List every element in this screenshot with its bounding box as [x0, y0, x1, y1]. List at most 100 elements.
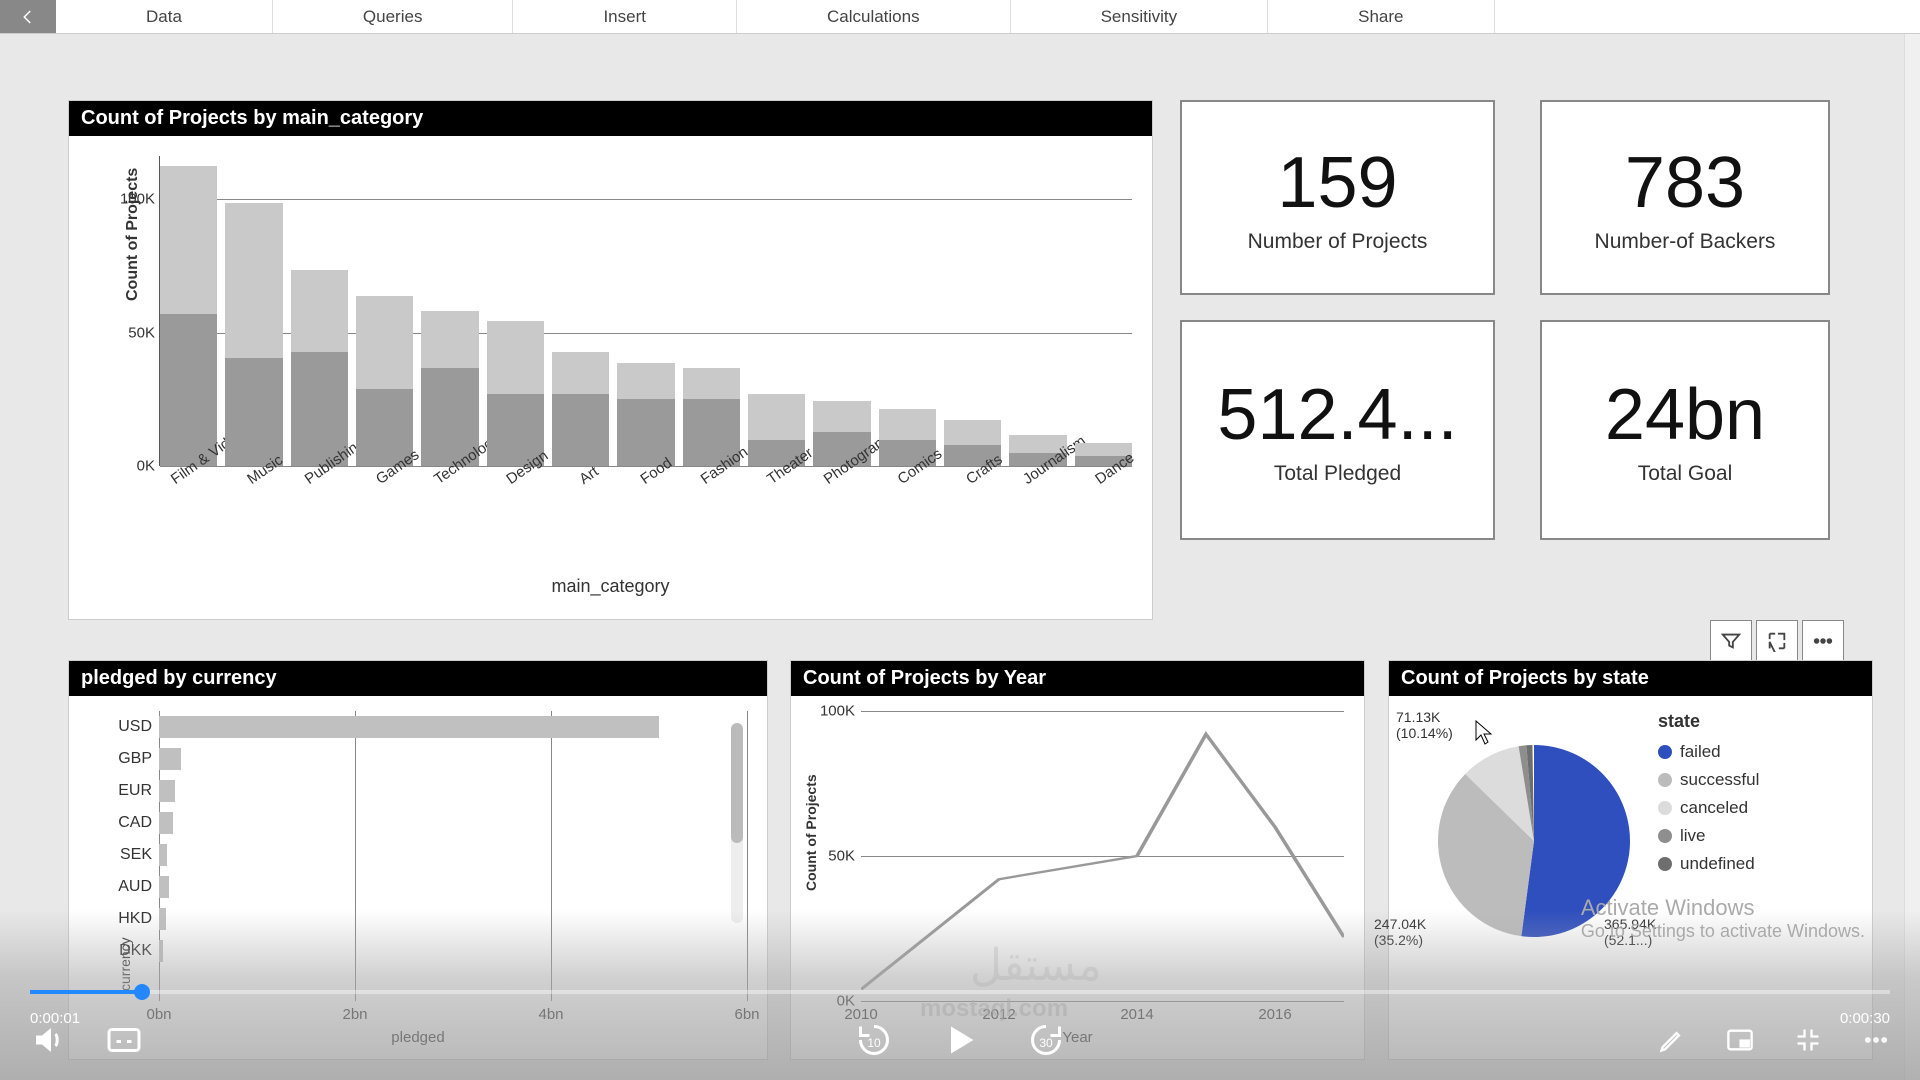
mostaql-arabic-watermark: مستقل — [970, 940, 1102, 991]
card-label: Total Pledged — [1274, 462, 1401, 486]
fullscreen-exit-icon — [1794, 1026, 1822, 1054]
watermark-title: Activate Windows — [1581, 895, 1865, 921]
chart-projects-by-year[interactable]: Count of Projects by Year Count of Proje… — [790, 660, 1365, 1060]
bar-segment-bottom — [160, 314, 217, 466]
focus-icon — [1766, 630, 1788, 652]
bar-segment-top — [487, 321, 544, 393]
bar-column[interactable]: Music — [225, 156, 282, 466]
hbar-fill — [159, 780, 175, 802]
volume-icon — [30, 1022, 66, 1058]
bar-column[interactable]: Crafts — [944, 156, 1001, 466]
hbar-fill — [159, 908, 166, 930]
x-tick: 6bn — [734, 1006, 759, 1023]
back-arrow-icon — [19, 8, 37, 26]
legend-item-canceled[interactable]: canceled — [1658, 798, 1759, 818]
bar-column[interactable]: Art — [552, 156, 609, 466]
hbar-fill — [159, 844, 167, 866]
card-label: Number-of Backers — [1595, 230, 1776, 254]
video-progress-bar[interactable] — [30, 990, 1890, 994]
card-total-pledged[interactable]: 512.4... Total Pledged — [1180, 320, 1495, 540]
tab-queries[interactable]: Queries — [273, 0, 514, 33]
chart-projects-by-category[interactable]: Count of Projects by main_category Count… — [68, 100, 1153, 620]
tab-calculations[interactable]: Calculations — [737, 0, 1011, 33]
card-total-goal[interactable]: 24bn Total Goal — [1540, 320, 1830, 540]
skip-back-button[interactable]: 10 — [856, 1022, 892, 1058]
legend-item-live[interactable]: live — [1658, 826, 1759, 846]
card-number-of-backers[interactable]: 783 Number-of Backers — [1540, 100, 1830, 295]
hbar-row[interactable]: AUD — [159, 871, 747, 903]
x-tick: 2014 — [1120, 1006, 1153, 1023]
focus-mode-button[interactable] — [1756, 620, 1798, 662]
hbar-label: EUR — [104, 782, 152, 800]
tab-sensitivity[interactable]: Sensitivity — [1011, 0, 1269, 33]
bar-column[interactable]: Photography — [813, 156, 870, 466]
hbar-plot-area: 0bn2bn4bn6bnUSDGBPEURCADSEKAUDHKDDKK — [159, 711, 747, 1001]
more-options-button[interactable] — [1802, 620, 1844, 662]
mouse-cursor — [1475, 720, 1495, 751]
bar-column[interactable]: Food — [617, 156, 674, 466]
watermark-subtitle: Go to Settings to activate Windows. — [1581, 921, 1865, 942]
hbar-row[interactable]: EUR — [159, 775, 747, 807]
hbar-label: AUD — [104, 878, 152, 896]
fullscreen-exit-button[interactable] — [1794, 1026, 1822, 1054]
hbar-row[interactable]: HKD — [159, 903, 747, 935]
y-tick: 100K — [120, 191, 155, 208]
legend-item-successful[interactable]: successful — [1658, 770, 1759, 790]
bar-column[interactable]: Design — [487, 156, 544, 466]
gridline — [747, 711, 748, 1001]
bar-column[interactable]: Games — [356, 156, 413, 466]
bar-segment-top — [748, 394, 805, 441]
hbar-fill — [159, 940, 163, 962]
bar-column[interactable]: Journalism — [1009, 156, 1066, 466]
hbar-row[interactable]: CAD — [159, 807, 747, 839]
x-tick: 2016 — [1258, 1006, 1291, 1023]
captions-button[interactable] — [106, 1022, 142, 1058]
tab-data[interactable]: Data — [56, 0, 273, 33]
legend-label: successful — [1680, 770, 1759, 790]
play-button[interactable] — [942, 1022, 978, 1058]
mostaql-logo-watermark: mostaql.com — [920, 995, 1068, 1023]
legend-item-failed[interactable]: failed — [1658, 742, 1759, 762]
bar-segment-bottom — [552, 394, 609, 466]
progress-handle[interactable] — [134, 984, 150, 1000]
activate-windows-watermark: Activate Windows Go to Settings to activ… — [1581, 895, 1865, 942]
bar-segment-bottom — [225, 358, 282, 467]
hbar-label: USD — [104, 718, 152, 736]
volume-button[interactable] — [30, 1022, 66, 1058]
back-button[interactable] — [0, 0, 56, 33]
bar-column[interactable]: Technology — [421, 156, 478, 466]
card-number-of-projects[interactable]: 159 Number of Projects — [1180, 100, 1495, 295]
more-icon — [1862, 1026, 1890, 1054]
vertical-scrollbar[interactable] — [1904, 34, 1920, 1080]
tab-share[interactable]: Share — [1268, 0, 1494, 33]
y-tick: 100K — [813, 703, 855, 720]
bar-column[interactable]: Theater — [748, 156, 805, 466]
bar-column[interactable]: Fashion — [683, 156, 740, 466]
bar-segment-top — [617, 363, 674, 399]
bar-column[interactable]: Dance — [1075, 156, 1132, 466]
hbar-row[interactable]: DKK — [159, 935, 747, 967]
bar-column[interactable]: Film & Video — [160, 156, 217, 466]
miniplayer-button[interactable] — [1726, 1026, 1754, 1054]
legend-item-undefined[interactable]: undefined — [1658, 854, 1759, 874]
legend-title: state — [1658, 711, 1759, 732]
bar-column[interactable]: Publishing — [291, 156, 348, 466]
video-more-button[interactable] — [1862, 1026, 1890, 1054]
hbar-row[interactable]: GBP — [159, 743, 747, 775]
tab-insert[interactable]: Insert — [513, 0, 737, 33]
legend-dot — [1658, 857, 1672, 871]
hbar-row[interactable]: SEK — [159, 839, 747, 871]
bar-column[interactable]: Comics — [879, 156, 936, 466]
edit-button[interactable] — [1658, 1026, 1686, 1054]
y-tick: 50K — [128, 324, 155, 341]
filter-button[interactable] — [1710, 620, 1752, 662]
legend-dot — [1658, 801, 1672, 815]
legend-dot — [1658, 829, 1672, 843]
pie-slice-label: 247.04K (35.2%) — [1374, 916, 1426, 948]
chart-pledged-by-currency[interactable]: pledged by currency currency 0bn2bn4bn6b… — [68, 660, 768, 1060]
skip-forward-button[interactable]: 30 — [1028, 1022, 1064, 1058]
hbar-label: GBP — [104, 750, 152, 768]
hbar-row[interactable]: USD — [159, 711, 747, 743]
y-tick: 50K — [813, 848, 855, 865]
chart-projects-by-state[interactable]: Count of Projects by state 71.13K (10.14… — [1388, 660, 1873, 1060]
